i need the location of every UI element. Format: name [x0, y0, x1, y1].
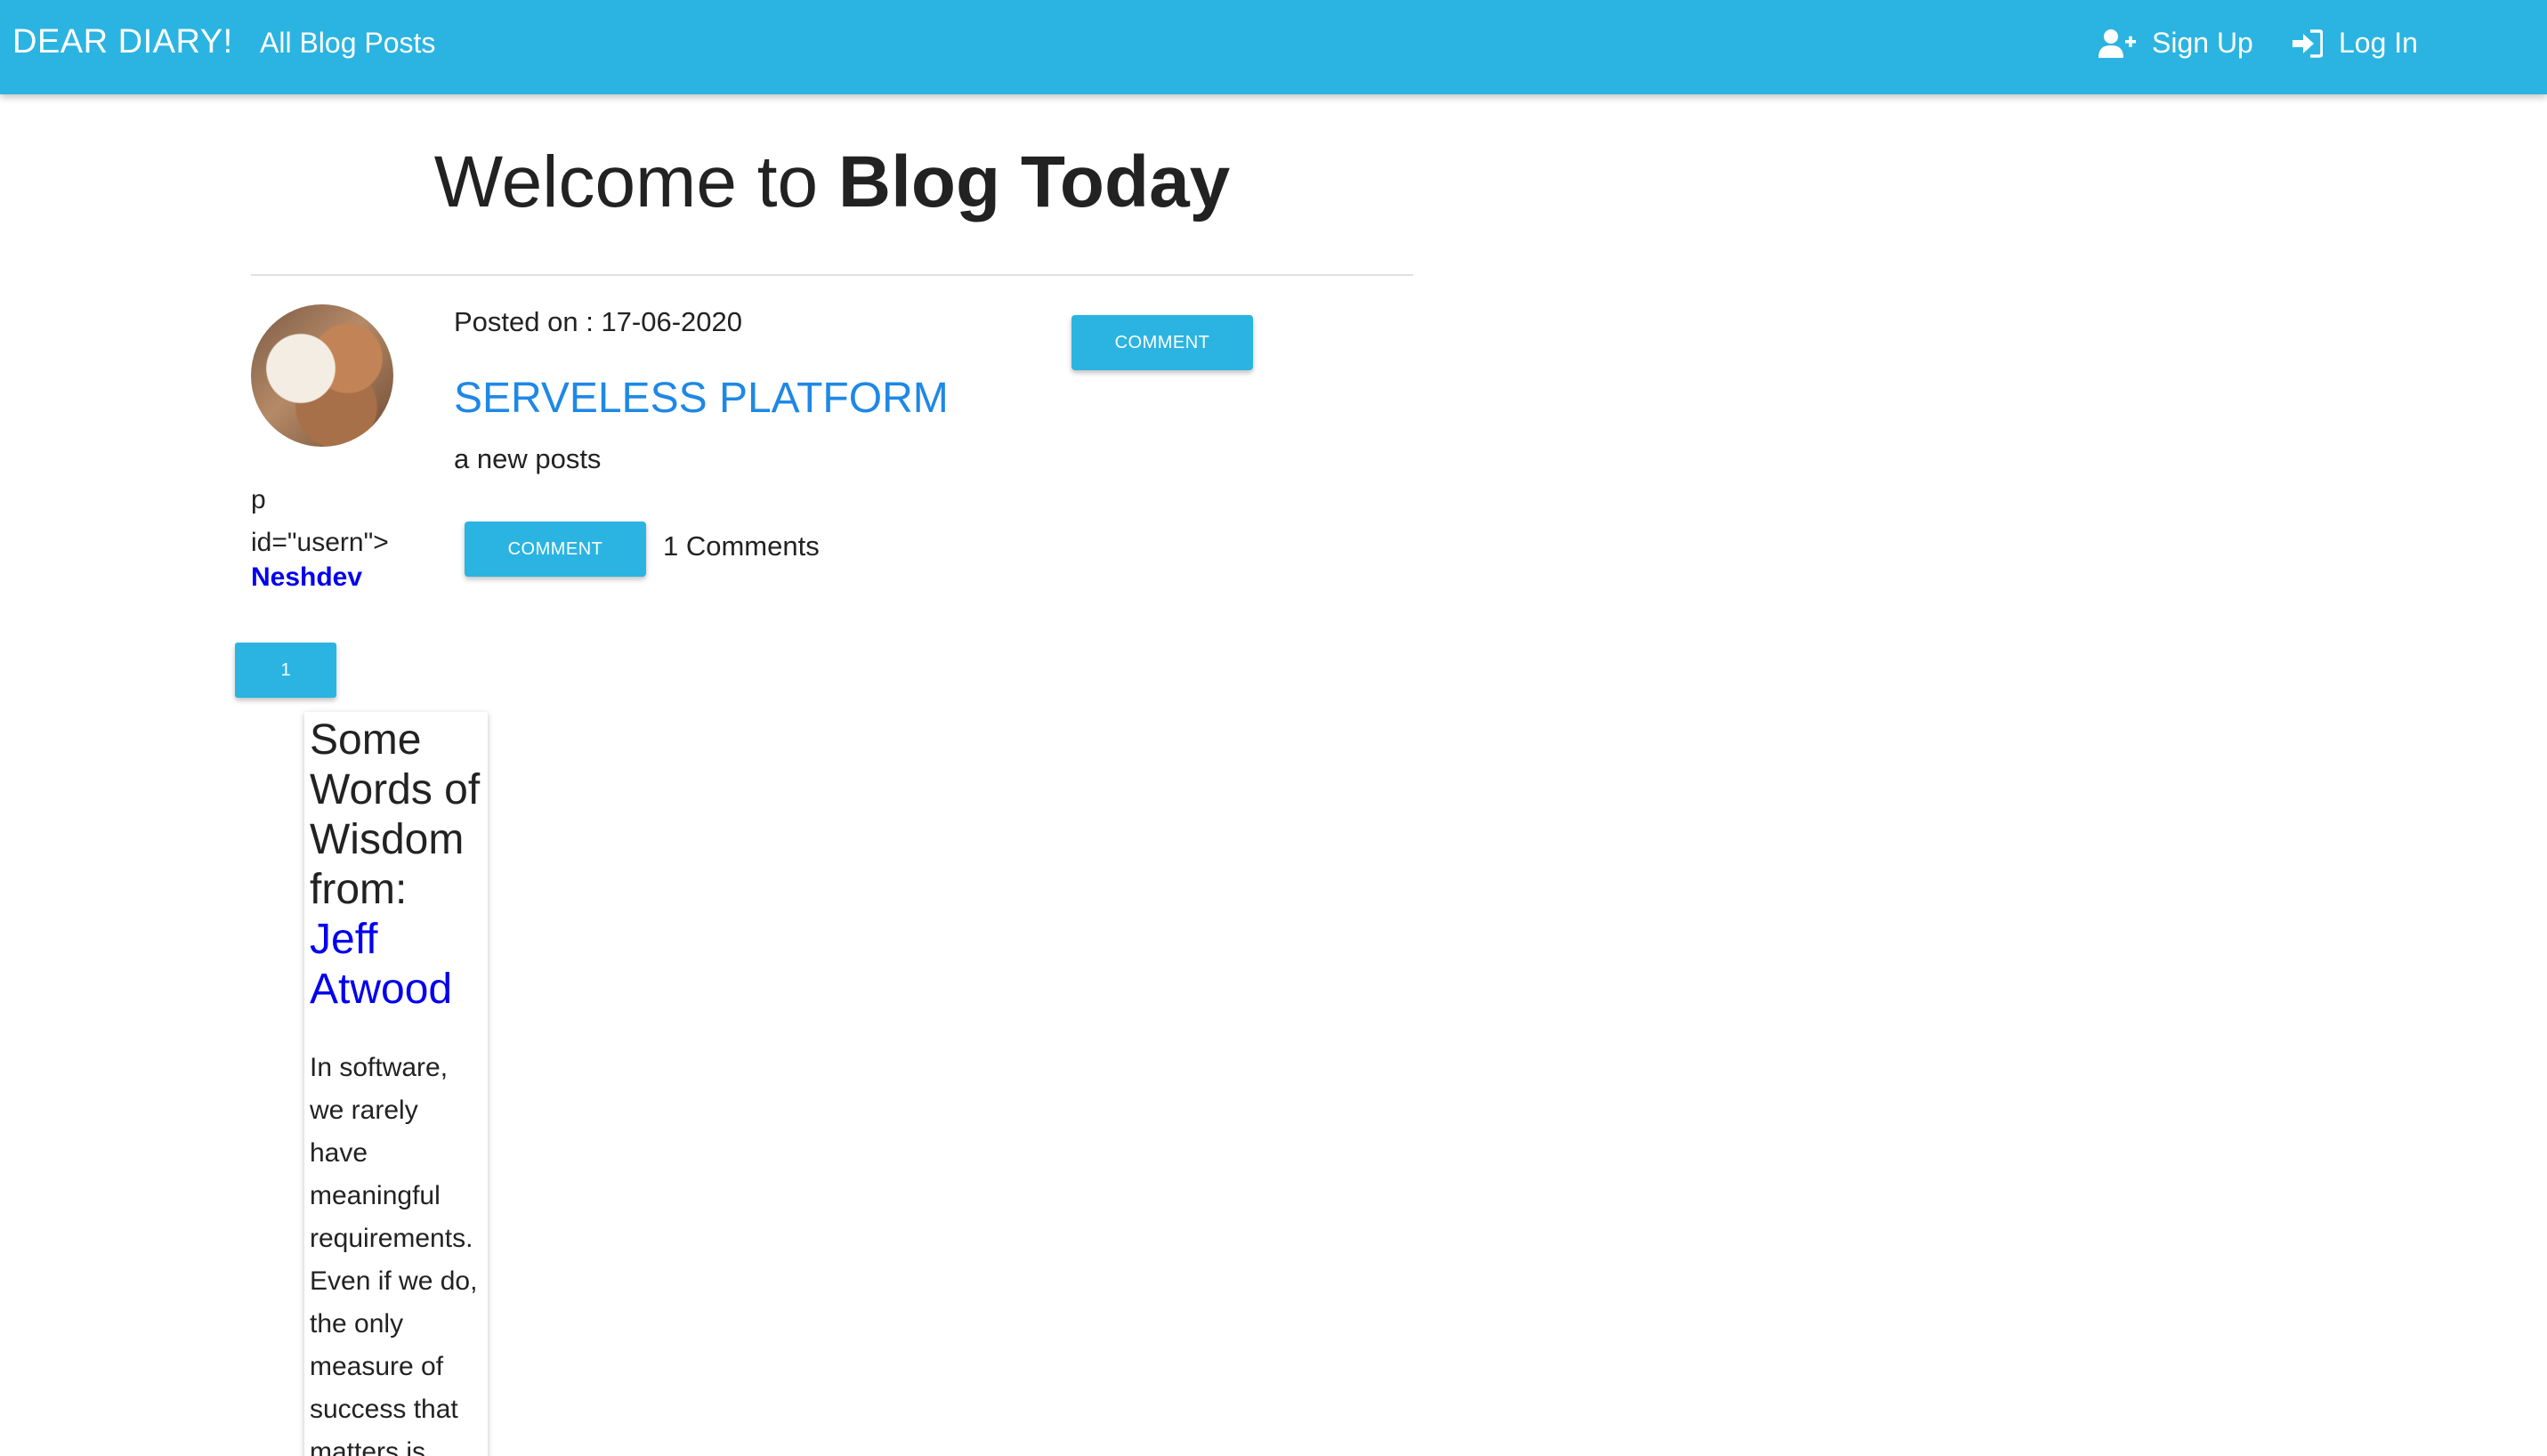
quote-author[interactable]: Jeff Atwood — [310, 915, 482, 1015]
comment-button[interactable]: COMMENT — [465, 522, 646, 577]
quote-card: Some Words of Wisdom from: Jeff Atwood I… — [304, 712, 488, 1456]
page-title-light: Welcome to — [433, 142, 838, 222]
user-plus-icon — [2098, 28, 2136, 58]
page-title: Welcome to Blog Today — [249, 141, 1415, 224]
posted-on-date: Posted on : 17-06-2020 — [454, 306, 743, 337]
nav-all-blog-posts[interactable]: All Blog Posts — [260, 27, 435, 60]
comment-button-top[interactable]: COMMENT — [1071, 315, 1253, 370]
raw-markup-text: p id="usern"> — [251, 485, 389, 557]
navbar: DEAR DIARY! All Blog Posts Sign Up Log I… — [0, 0, 2547, 94]
username-link[interactable]: Neshdev — [251, 562, 362, 593]
divider — [251, 274, 1413, 276]
post-body: a new posts — [454, 443, 602, 474]
page-title-bold: Blog Today — [837, 142, 1231, 222]
log-in-label: Log In — [2339, 27, 2418, 59]
sign-in-icon — [2292, 28, 2323, 58]
comments-count[interactable]: 1 Comments — [663, 530, 820, 562]
avatar — [251, 304, 393, 447]
quote-text: In software, we rarely have meaningful r… — [310, 1053, 478, 1456]
quote-heading: Some Words of Wisdom from: Jeff Atwood — [310, 716, 482, 1015]
nav-sign-up[interactable]: Sign Up — [2098, 27, 2253, 60]
sign-up-label: Sign Up — [2152, 27, 2253, 59]
brand-link[interactable]: DEAR DIARY! — [12, 23, 233, 61]
pagination-page-1[interactable]: 1 — [235, 643, 336, 698]
quote-heading-text: Some Words of Wisdom from: — [310, 716, 481, 913]
post-title-link[interactable]: SERVELESS PLATFORM — [454, 374, 949, 423]
nav-log-in[interactable]: Log In — [2291, 27, 2418, 60]
